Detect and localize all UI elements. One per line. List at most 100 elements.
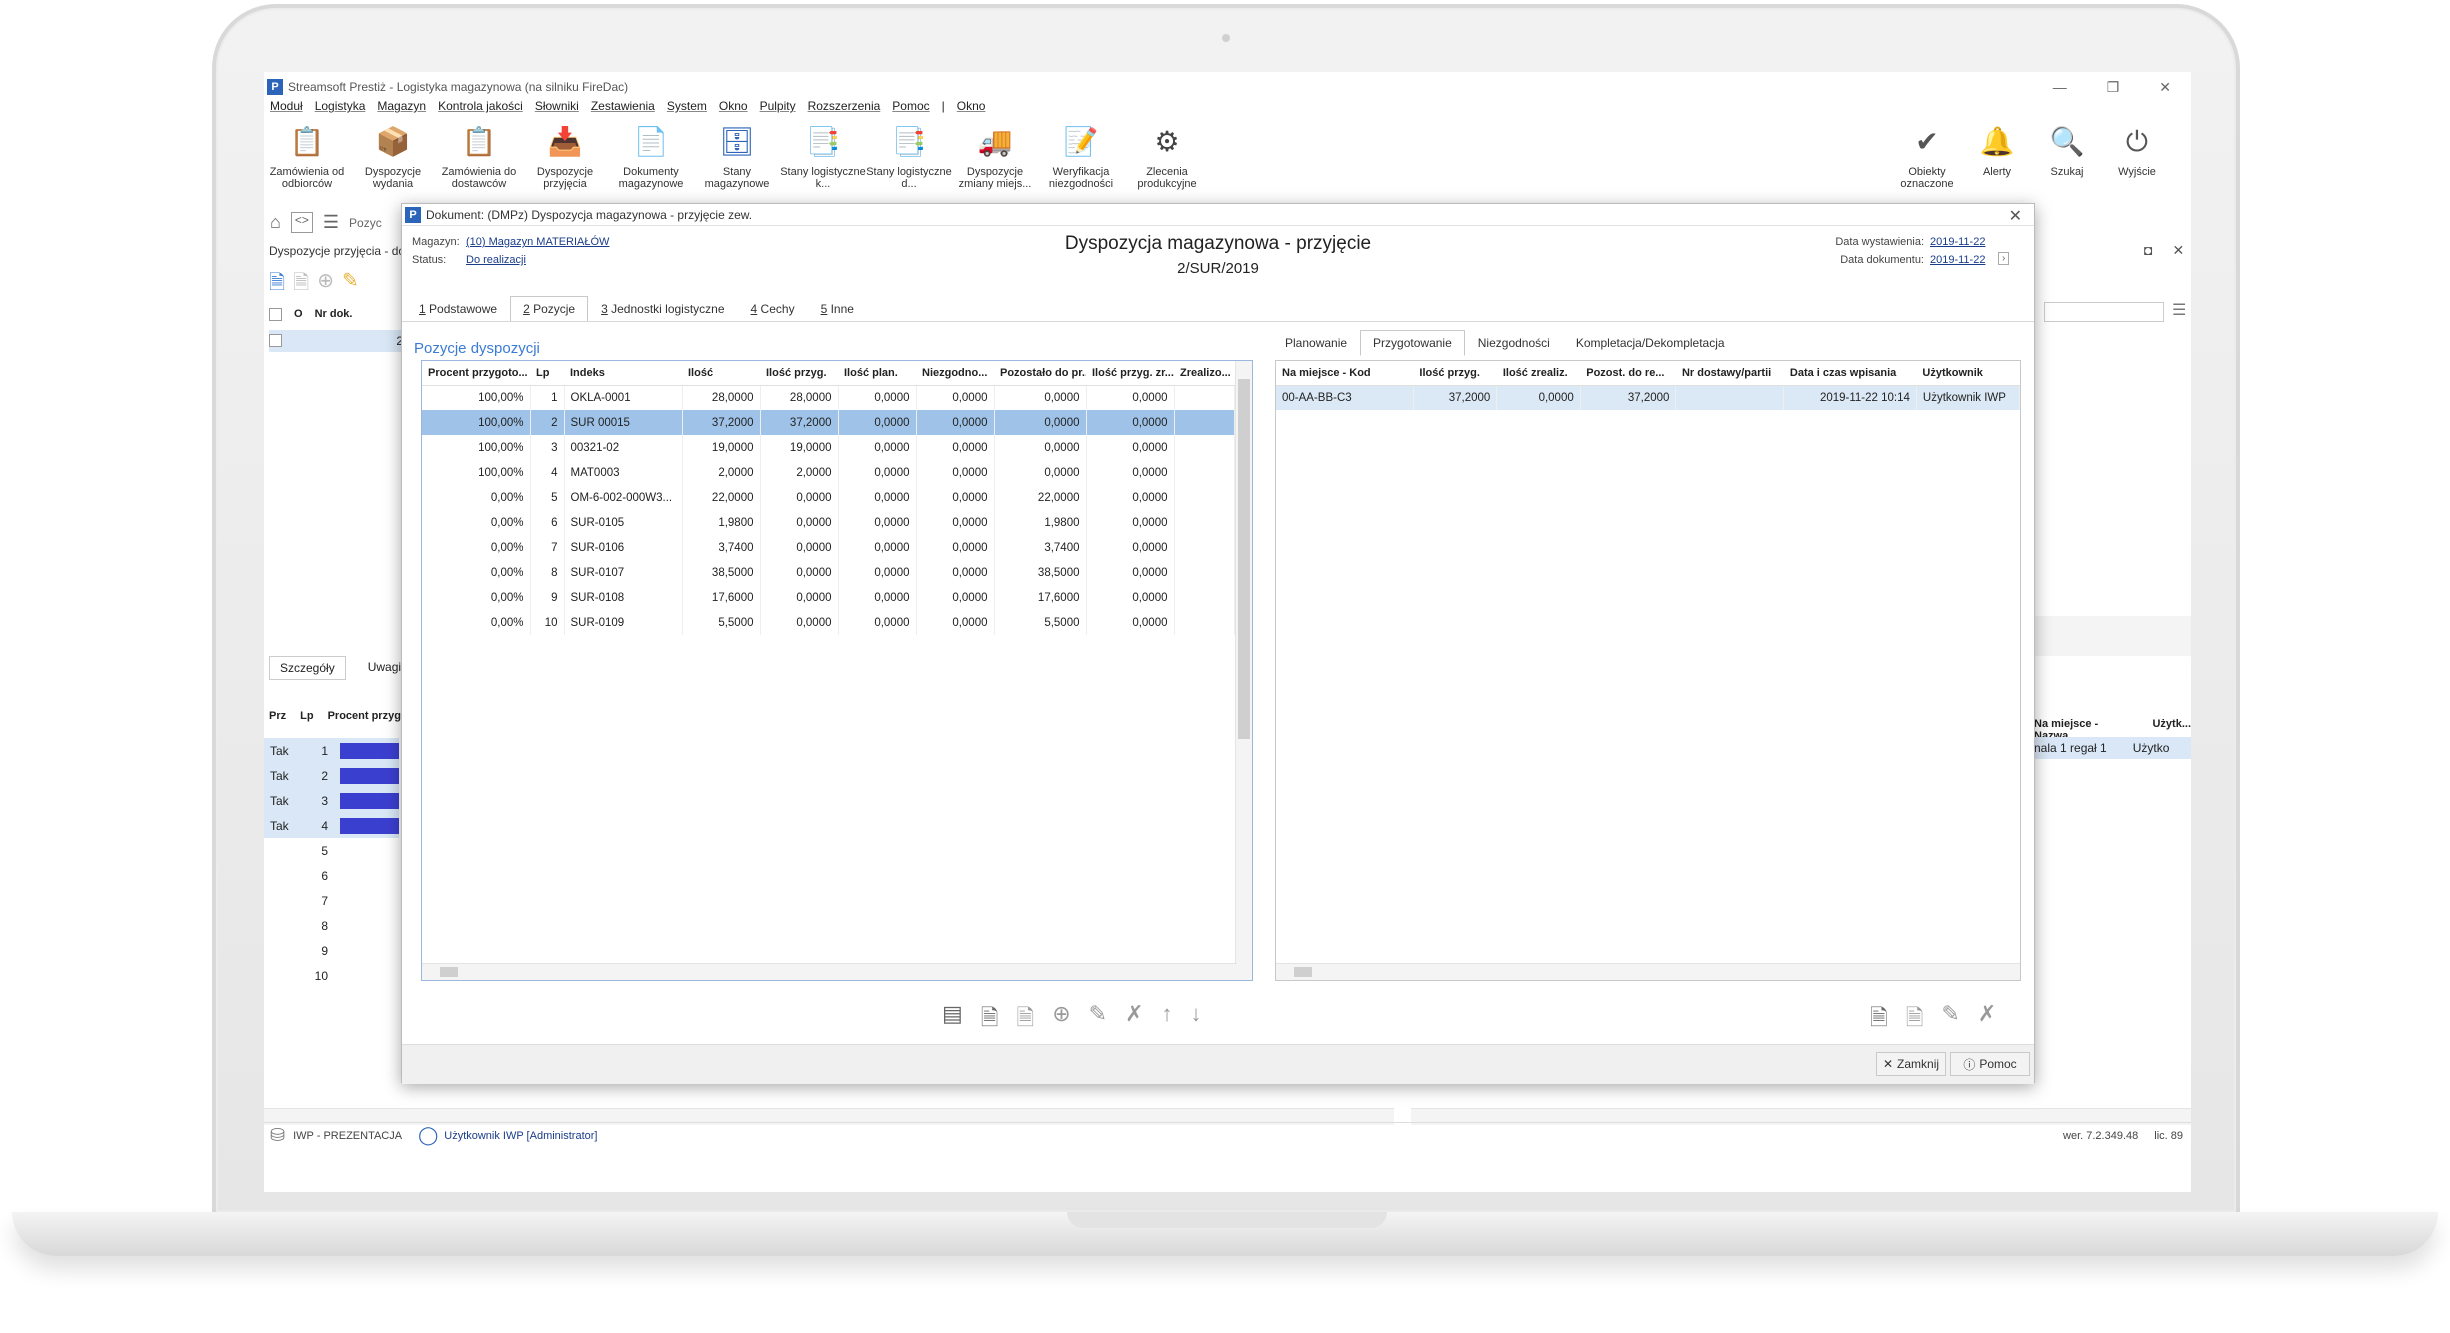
menu-item[interactable]: Moduł — [270, 99, 303, 117]
column-header[interactable]: Zrealizo... — [1174, 361, 1234, 386]
column-header[interactable]: Lp — [530, 361, 564, 386]
menu-item[interactable]: Pulpity — [760, 99, 796, 117]
column-header[interactable]: Ilość przyg. zr... — [1086, 361, 1174, 386]
table-row[interactable]: 5 — [264, 838, 399, 863]
column-header[interactable]: Nr dostawy/partii — [1675, 361, 1784, 386]
table-row[interactable]: 7 — [264, 888, 399, 913]
minimize-icon[interactable]: — — [2053, 79, 2067, 96]
column-header[interactable]: Pozost. do re... — [1580, 361, 1676, 386]
plus-icon[interactable]: ⊕ — [1052, 1001, 1070, 1039]
table-row[interactable]: 00-AA-BB-C3 37,2000 0,0000 37,2000 2019-11-2… — [1276, 385, 2020, 410]
column-header[interactable]: Ilość zrealiz. — [1496, 361, 1581, 386]
table-row[interactable]: Tak 4 — [264, 813, 399, 838]
ribbon-button[interactable]: 📄 Dokumenty magazynowe — [608, 120, 694, 198]
grid-view-icon[interactable]: ▤ — [942, 1001, 963, 1039]
arrow-down-icon[interactable]: ↓ — [1191, 1001, 1202, 1039]
date-issue-value[interactable]: 2019-11-22 — [1930, 236, 1985, 248]
date-doc-value[interactable]: 2019-11-22 — [1930, 254, 1985, 266]
tab-pozycje[interactable]: Pozyc — [349, 212, 382, 233]
menu-item[interactable]: Słowniki — [535, 99, 579, 117]
tab-szczegoly[interactable]: Szczegóły — [269, 656, 346, 680]
column-header[interactable]: Na miejsce - Kod — [1276, 361, 1414, 386]
dialog-close-icon[interactable]: ✕ — [2009, 206, 2022, 226]
tab-2[interactable]: 3 Jednostki logistyczne — [588, 296, 737, 322]
table-row[interactable]: 0,00% 8 SUR-0107 38,5000 0,0000 0,0000 0,0000 3… — [422, 560, 1235, 585]
table-row[interactable]: 6 — [264, 863, 399, 888]
table-row[interactable]: Tak 1 — [264, 738, 399, 763]
checkbox[interactable] — [269, 308, 282, 321]
ribbon-button[interactable]: 📝 Weryfikacja niezgodności — [1038, 120, 1124, 198]
table-row[interactable]: 100,00% 3 00321-02 19,0000 19,0000 0,0000 0,00… — [422, 435, 1235, 460]
ribbon-button[interactable]: ⏻ Wyjście — [2102, 120, 2172, 190]
arrow-up-icon[interactable]: ↑ — [1162, 1001, 1173, 1039]
table-row[interactable]: 0,00% 7 SUR-0106 3,7400 0,0000 0,0000 0,0000 3,… — [422, 535, 1235, 560]
restore-icon[interactable]: ❐ — [2107, 79, 2120, 96]
right-tab-0[interactable]: Planowanie — [1272, 330, 1360, 356]
table-row[interactable]: 0,00% 10 SUR-0109 5,5000 0,0000 0,0000 0,0000 5… — [422, 610, 1235, 635]
right-tab-3[interactable]: Kompletacja/Dekompletacja — [1563, 330, 1738, 356]
list-icon[interactable]: ☰ — [323, 212, 339, 233]
column-header[interactable]: Procent przygoto... — [422, 361, 530, 386]
ribbon-button[interactable]: 📑 Stany logistyczne k... — [780, 120, 866, 198]
add-document-icon[interactable]: 🗎 — [1906, 1001, 1924, 1039]
table-row[interactable]: Tak 2 — [264, 763, 399, 788]
date-next-icon[interactable]: › — [1998, 252, 2010, 265]
column-header[interactable]: Ilość przyg. — [760, 361, 838, 386]
menu-item[interactable]: Rozszerzenia — [808, 99, 881, 117]
pin-icon[interactable]: ◘ — [2144, 242, 2152, 259]
column-header[interactable]: Ilość plan. — [838, 361, 916, 386]
menu-item[interactable]: System — [667, 99, 707, 117]
tab-0[interactable]: 1 Podstawowe — [406, 296, 510, 322]
ribbon-button[interactable]: 🔍 Szukaj — [2032, 120, 2102, 190]
edit-document-icon[interactable]: ✎ — [1941, 1001, 1959, 1039]
ribbon-button[interactable]: 🔔 Alerty — [1962, 120, 2032, 190]
preview-icon[interactable]: 🗎 — [981, 1001, 999, 1039]
tab-uwagi[interactable]: Uwagi — [368, 656, 401, 680]
right-tab-2[interactable]: Niezgodności — [1465, 330, 1563, 356]
edit-icon[interactable]: ✎ — [342, 268, 359, 302]
add-doc-icon[interactable]: 🗎 — [293, 268, 309, 302]
tab-1[interactable]: 2 Pozycje — [510, 296, 589, 322]
menu-item[interactable]: Pomoc — [892, 99, 929, 117]
ribbon-button[interactable]: 📑 Stany logistyczne d... — [866, 120, 952, 198]
table-row[interactable]: 100,00% 1 OKLA-0001 28,0000 28,0000 0,0000 0,0… — [422, 385, 1235, 410]
new-doc-icon[interactable]: 🗎 — [269, 268, 285, 302]
table-row[interactable]: 10 — [264, 963, 399, 988]
ribbon-button[interactable]: 🗄 Stany magazynowe — [694, 120, 780, 198]
code-icon[interactable]: <> — [290, 212, 313, 233]
menu-item[interactable]: Okno — [719, 99, 748, 117]
tab-4[interactable]: 5 Inne — [808, 296, 867, 322]
menu-item[interactable]: Logistyka — [315, 99, 366, 117]
table-row[interactable]: Tak 3 — [264, 788, 399, 813]
table-row[interactable]: 8 — [264, 913, 399, 938]
table-row[interactable]: 100,00% 2 SUR 00015 37,2000 37,2000 0,0000 0,0… — [422, 410, 1235, 435]
table-row[interactable]: 9 — [264, 938, 399, 963]
table-row[interactable]: 0,00% 6 SUR-0105 1,9800 0,0000 0,0000 0,0000 1,… — [422, 510, 1235, 535]
preview-icon[interactable]: 🗎 — [1870, 1001, 1888, 1039]
menu-item[interactable]: Kontrola jakości — [438, 99, 523, 117]
filter-input[interactable] — [2044, 302, 2164, 322]
ribbon-button[interactable]: 📋 Zamówienia od odbiorców — [264, 120, 350, 198]
home-icon[interactable]: ⌂ — [270, 212, 281, 233]
table-row[interactable]: 0,00% 9 SUR-0108 17,6000 0,0000 0,0000 0,0000 1… — [422, 585, 1235, 610]
menu-item[interactable]: Okno — [957, 99, 986, 117]
close-icon[interactable]: ✕ — [2159, 79, 2171, 96]
list-row[interactable]: 2 — [269, 330, 409, 352]
column-header[interactable]: Niezgodno... — [916, 361, 994, 386]
checkbox[interactable] — [269, 334, 282, 347]
column-header[interactable]: Użytkownik — [1916, 361, 2020, 386]
help-button[interactable]: ⓘ Pomoc — [1950, 1052, 2030, 1076]
edit-document-icon[interactable]: ✎ — [1089, 1001, 1107, 1039]
column-header[interactable]: Ilość — [682, 361, 760, 386]
menu-item[interactable]: Magazyn — [377, 99, 426, 117]
table-row[interactable]: 100,00% 4 MAT0003 2,0000 2,0000 0,0000 0,0000 0… — [422, 460, 1235, 485]
preparation-hscroll[interactable] — [1276, 963, 2020, 980]
menu-icon[interactable]: ☰ — [2172, 300, 2186, 320]
ribbon-button[interactable]: 📦 Dyspozycje wydania — [350, 120, 436, 198]
column-header[interactable]: Indeks — [564, 361, 682, 386]
positions-hscroll[interactable] — [422, 963, 1237, 980]
close-button[interactable]: ✕ Zamknij — [1876, 1052, 1946, 1076]
column-header[interactable]: Pozostało do pr... — [994, 361, 1086, 386]
table-row[interactable]: 0,00% 5 OM-6-002-000W3... 22,0000 0,0000 0,00… — [422, 485, 1235, 510]
close-icon[interactable]: ✕ — [2172, 242, 2184, 259]
